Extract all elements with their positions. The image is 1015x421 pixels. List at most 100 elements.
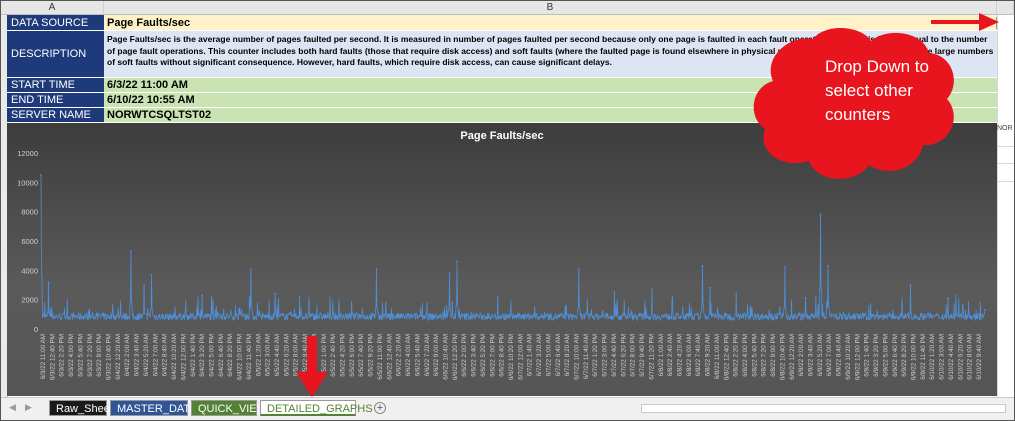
x-tick-label: 6/9/22 3:20 PM <box>873 334 880 377</box>
x-tick-label: 6/8/22 11:00 AM <box>714 334 721 379</box>
clipped-cell-text: NOR <box>997 125 1013 132</box>
data-point <box>701 265 704 267</box>
x-tick-label: 6/10/22 9:40 AM <box>976 334 983 380</box>
data-point <box>613 291 616 294</box>
x-tick-label: 6/4/22 11:40 PM <box>246 334 253 380</box>
data-point <box>40 174 42 176</box>
column-header-b[interactable]: B <box>104 1 997 15</box>
column-header-a[interactable]: A <box>1 1 104 15</box>
x-tick-label: 6/6/22 8:40 PM <box>499 334 506 377</box>
x-tick-label: 6/10/22 3:00 AM <box>939 334 946 380</box>
data-point <box>130 250 132 253</box>
x-tick-label: 6/4/22 12:00 PM <box>180 334 187 380</box>
data-point <box>577 267 580 270</box>
x-tick-label: 6/6/22 5:20 PM <box>480 334 487 377</box>
data-point <box>249 267 252 270</box>
x-tick-label: 6/8/22 4:20 AM <box>677 334 684 376</box>
data-point <box>456 260 458 263</box>
x-tick-label: 6/3/22 2:20 PM <box>59 334 66 377</box>
data-point <box>709 287 711 289</box>
x-tick-label: 6/7/22 1:40 AM <box>527 334 534 376</box>
data-point <box>784 266 786 269</box>
x-tick-label: 6/5/22 4:20 PM <box>340 334 347 377</box>
x-tick-label: 6/8/22 7:40 AM <box>695 334 702 376</box>
data-point <box>735 292 738 295</box>
x-tick-label: 6/8/22 4:00 PM <box>742 334 749 377</box>
x-tick-label: 6/10/22 1:20 AM <box>929 334 936 380</box>
x-tick-label: 6/5/22 4:40 AM <box>274 334 281 376</box>
x-tick-label: 6/7/22 5:00 AM <box>545 334 552 376</box>
description-label: DESCRIPTION <box>7 31 104 78</box>
x-tick-label: 6/4/22 1:40 PM <box>190 334 197 377</box>
x-tick-label: 6/8/22 9:00 PM <box>770 334 777 377</box>
x-tick-label: 6/4/22 3:40 AM <box>134 334 141 376</box>
sheet-tab-quick-view[interactable]: QUICK_VIEW <box>191 400 267 416</box>
x-tick-label: 6/8/22 1:00 AM <box>658 334 665 376</box>
add-sheet-button[interactable]: + <box>374 402 386 414</box>
x-tick-label: 6/8/22 10:40 PM <box>779 334 786 380</box>
x-tick-label: 6/3/22 11:00 AM <box>40 334 47 379</box>
x-tick-label: 6/9/22 10:20 AM <box>845 334 852 380</box>
x-tick-label: 6/6/22 5:40 AM <box>414 334 421 376</box>
y-tick-label: 2000 <box>21 296 38 305</box>
x-tick-label: 6/6/22 7:00 PM <box>489 334 496 377</box>
start-time-label: START TIME <box>7 78 104 93</box>
chart-title: Page Faults/sec <box>460 130 543 142</box>
y-tick-label: 10000 <box>17 178 38 187</box>
x-tick-label: 6/4/22 2:00 AM <box>124 334 131 376</box>
x-tick-label: 6/6/22 2:20 AM <box>396 334 403 376</box>
data-point <box>947 297 949 300</box>
scroll-tabs-right-icon[interactable]: ▶ <box>25 402 32 413</box>
x-tick-label: 6/6/22 12:40 AM <box>386 334 393 380</box>
x-tick-label: 6/9/22 3:40 AM <box>808 334 815 376</box>
end-time-label: END TIME <box>7 93 104 108</box>
x-tick-label: 6/4/22 10:20 AM <box>171 334 178 380</box>
x-tick-label: 6/8/22 9:20 AM <box>705 334 712 376</box>
x-tick-label: 6/9/22 8:20 PM <box>901 334 908 377</box>
x-tick-label: 6/9/22 6:40 PM <box>892 334 899 377</box>
callout-text: Drop Down to select other counters <box>825 57 929 124</box>
sheet-tab-bar: ◀ ▶ Raw_Sheet MASTER_DATA QUICK_VIEW DET… <box>1 397 1014 420</box>
data-point <box>651 288 653 291</box>
x-tick-label: 6/7/22 11:40 AM <box>583 334 590 379</box>
x-tick-label: 6/4/22 7:00 AM <box>152 334 159 376</box>
x-tick-label: 6/6/22 9:00 AM <box>433 334 440 376</box>
x-tick-label: 6/10/22 6:20 AM <box>957 334 964 380</box>
data-source-label: DATA SOURCE <box>7 15 104 31</box>
scroll-tabs-left-icon[interactable]: ◀ <box>9 402 16 413</box>
x-tick-label: 6/4/22 8:20 PM <box>227 334 234 377</box>
x-tick-label: 6/9/22 1:40 PM <box>864 334 871 377</box>
x-tick-label: 6/7/22 11:20 PM <box>648 334 655 380</box>
horizontal-scrollbar[interactable] <box>641 404 1006 413</box>
data-point <box>448 272 451 275</box>
x-tick-label: 6/9/22 11:40 PM <box>920 334 927 380</box>
sheet-tab-raw-sheet[interactable]: Raw_Sheet <box>49 400 113 416</box>
x-tick-label: 6/8/22 7:20 PM <box>761 334 768 377</box>
x-tick-label: 6/7/22 6:20 PM <box>620 334 627 377</box>
x-tick-label: 6/9/22 8:40 AM <box>836 334 843 376</box>
x-tick-label: 6/9/22 12:20 AM <box>789 334 796 380</box>
sheet-tab-master-data[interactable]: MASTER_DATA <box>110 400 197 416</box>
x-tick-label: 6/9/22 10:00 PM <box>911 334 918 380</box>
x-tick-label: 6/7/22 3:00 PM <box>602 334 609 377</box>
x-tick-label: 6/7/22 4:40 PM <box>611 334 618 377</box>
x-tick-label: 6/9/22 5:20 AM <box>817 334 824 376</box>
y-tick-label: 6000 <box>21 237 38 246</box>
x-tick-label: 6/8/22 6:00 AM <box>686 334 693 376</box>
data-point <box>274 292 277 295</box>
x-tick-label: 6/6/22 2:00 PM <box>461 334 468 377</box>
y-tick-label: 0 <box>34 325 38 334</box>
column-c-cells[interactable] <box>997 15 1014 397</box>
data-point <box>201 294 204 297</box>
x-tick-label: 6/7/22 10:00 AM <box>574 334 581 380</box>
x-tick-label: 6/9/22 5:00 PM <box>882 334 889 377</box>
x-tick-label: 6/8/22 2:20 PM <box>733 334 740 377</box>
x-tick-label: 6/6/22 12:20 PM <box>452 334 459 380</box>
y-tick-label: 4000 <box>21 266 38 275</box>
x-tick-label: 6/5/22 6:20 AM <box>283 334 290 376</box>
data-point <box>804 297 807 300</box>
x-tick-label: 6/3/22 5:40 PM <box>77 334 84 377</box>
spreadsheet-window: A B DATA SOURCE Page Faults/sec ▼ DESCRI… <box>0 0 1015 421</box>
sheet-tab-detailed-graphs[interactable]: DETAILED_GRAPHS <box>260 400 373 416</box>
x-tick-label: 6/5/22 6:00 PM <box>349 334 356 377</box>
